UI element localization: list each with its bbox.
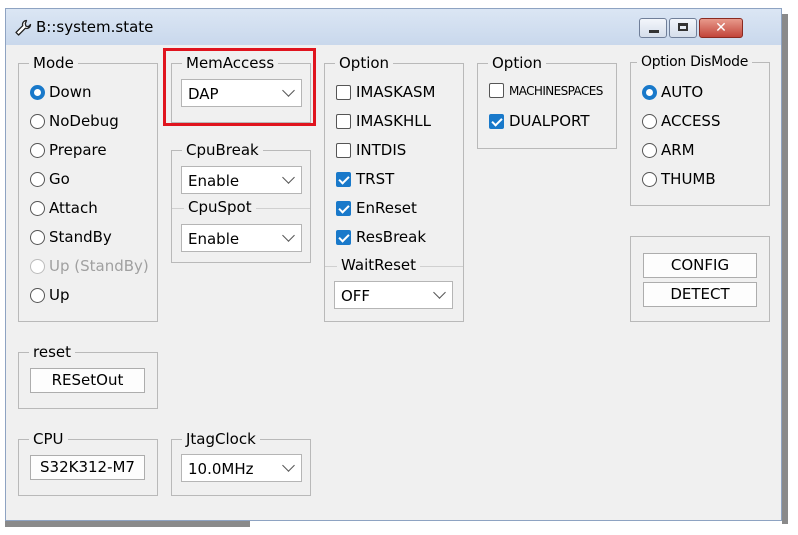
cpubreak-select[interactable]: Enable <box>181 166 302 194</box>
option1-checkbox-label: ResBreak <box>356 228 427 246</box>
cpu-button[interactable]: S32K312-M7 <box>30 455 145 480</box>
mode-radio-label: Go <box>49 170 70 188</box>
checkbox-unchecked-icon <box>336 113 351 129</box>
radio-button-icon <box>30 200 45 216</box>
close-button[interactable]: ✕ <box>699 18 743 38</box>
cpuspot-select[interactable]: Enable <box>181 224 302 252</box>
radio-button-icon <box>642 142 657 158</box>
mode-radio[interactable]: Up <box>30 286 70 304</box>
dismode-legend: Option DisMode <box>641 54 749 70</box>
reset-legend: reset <box>33 343 71 361</box>
mode-radio-label: Prepare <box>49 141 107 159</box>
radio-button-icon <box>30 113 45 129</box>
option1-checkbox[interactable]: EnReset <box>336 199 417 217</box>
jtagclock-legend: JtagClock <box>186 430 256 448</box>
cpubreak-legend: CpuBreak <box>186 141 259 159</box>
actions-group <box>630 236 770 322</box>
checkbox-unchecked-icon <box>489 83 504 98</box>
option2-checkbox[interactable]: DUALPORT <box>489 112 590 130</box>
option-legend: Option <box>339 54 390 72</box>
option1-checkbox[interactable]: INTDIS <box>336 141 406 159</box>
window: B::system.state ✕ Mode DownNoDebugPrepar… <box>5 8 782 521</box>
mode-radio[interactable]: Prepare <box>30 141 107 159</box>
mode-radio: Up (StandBy) <box>30 257 149 275</box>
dismode-radio[interactable]: AUTO <box>642 83 703 101</box>
waitreset-select[interactable]: OFF <box>334 281 453 309</box>
option2-checkbox-label: DUALPORT <box>509 112 590 130</box>
option1-checkbox-label: IMASKASM <box>356 83 436 101</box>
radio-button-icon <box>30 171 45 187</box>
mode-radio-label: Down <box>49 83 92 101</box>
dismode-radio-label: THUMB <box>661 170 716 188</box>
close-icon: ✕ <box>715 20 727 36</box>
checkbox-checked-icon <box>336 200 351 216</box>
mode-radio[interactable]: Go <box>30 170 70 188</box>
mode-radio-label: Up <box>49 286 70 304</box>
mode-radio-label: StandBy <box>49 228 112 246</box>
radio-button-icon <box>30 229 45 245</box>
cpuspot-value: Enable <box>188 230 240 248</box>
option1-checkbox-label: EnReset <box>356 199 417 217</box>
radio-button-icon <box>642 84 657 100</box>
option2-legend: Option <box>492 54 543 72</box>
option1-checkbox-label: INTDIS <box>356 141 407 159</box>
option1-checkbox[interactable]: IMASKASM <box>336 83 435 101</box>
radio-button-icon <box>642 113 657 129</box>
maximize-button[interactable] <box>669 18 697 38</box>
radio-button-icon <box>642 171 657 187</box>
maximize-icon <box>678 23 688 31</box>
detect-button[interactable]: DETECT <box>643 282 757 307</box>
mode-radio[interactable]: Down <box>30 83 92 101</box>
mode-radio-label: NoDebug <box>49 112 119 130</box>
dismode-radio-label: ARM <box>661 141 695 159</box>
mode-legend: Mode <box>33 54 74 72</box>
chevron-down-icon <box>433 286 446 299</box>
option2-checkbox-label: MACHINESPACES <box>509 83 603 98</box>
dismode-radio[interactable]: ACCESS <box>642 112 720 130</box>
jtagclock-value: 10.0MHz <box>188 460 254 478</box>
minimize-icon <box>649 30 659 33</box>
mode-radio[interactable]: StandBy <box>30 228 112 246</box>
config-button[interactable]: CONFIG <box>643 253 757 278</box>
radio-button-icon <box>30 84 45 100</box>
option1-checkbox[interactable]: IMASKHLL <box>336 112 431 130</box>
checkbox-unchecked-icon <box>336 142 351 158</box>
mode-radio-label: Attach <box>49 199 98 217</box>
mode-radio-label: Up (StandBy) <box>49 257 149 275</box>
option2-checkbox[interactable]: MACHINESPACES <box>489 83 603 98</box>
radio-button-icon <box>30 287 45 303</box>
checkbox-unchecked-icon <box>336 84 351 100</box>
chevron-down-icon <box>282 171 295 184</box>
resetout-button[interactable]: RESetOut <box>30 368 145 393</box>
chevron-down-icon <box>282 459 295 472</box>
dismode-radio[interactable]: THUMB <box>642 170 716 188</box>
option2-group: Option <box>477 54 617 149</box>
checkbox-checked-icon <box>336 171 351 187</box>
radio-button-icon <box>30 142 45 158</box>
radio-button-icon <box>30 258 45 274</box>
minimize-button[interactable] <box>639 18 667 38</box>
wrench-icon <box>15 19 32 36</box>
chevron-down-icon <box>282 229 295 242</box>
title-bar[interactable]: B::system.state ✕ <box>6 9 781 45</box>
window-title: B::system.state <box>36 18 154 36</box>
highlight-box <box>163 48 316 126</box>
checkbox-checked-icon <box>336 229 351 245</box>
cpuspot-legend: CpuSpot <box>184 198 256 216</box>
cpu-legend: CPU <box>33 430 64 448</box>
waitreset-value: OFF <box>341 287 371 305</box>
option1-checkbox[interactable]: TRST <box>336 170 394 188</box>
option1-checkbox-label: IMASKHLL <box>356 112 431 130</box>
checkbox-checked-icon <box>489 113 504 129</box>
jtagclock-select[interactable]: 10.0MHz <box>181 454 302 482</box>
dismode-radio-label: AUTO <box>661 83 704 101</box>
dismode-radio[interactable]: ARM <box>642 141 695 159</box>
option1-checkbox-label: TRST <box>356 170 395 188</box>
option1-checkbox[interactable]: ResBreak <box>336 228 426 246</box>
cpubreak-value: Enable <box>188 172 240 190</box>
dismode-radio-label: ACCESS <box>661 112 721 130</box>
mode-radio[interactable]: NoDebug <box>30 112 119 130</box>
mode-radio[interactable]: Attach <box>30 199 98 217</box>
waitreset-legend: WaitReset <box>337 256 421 274</box>
